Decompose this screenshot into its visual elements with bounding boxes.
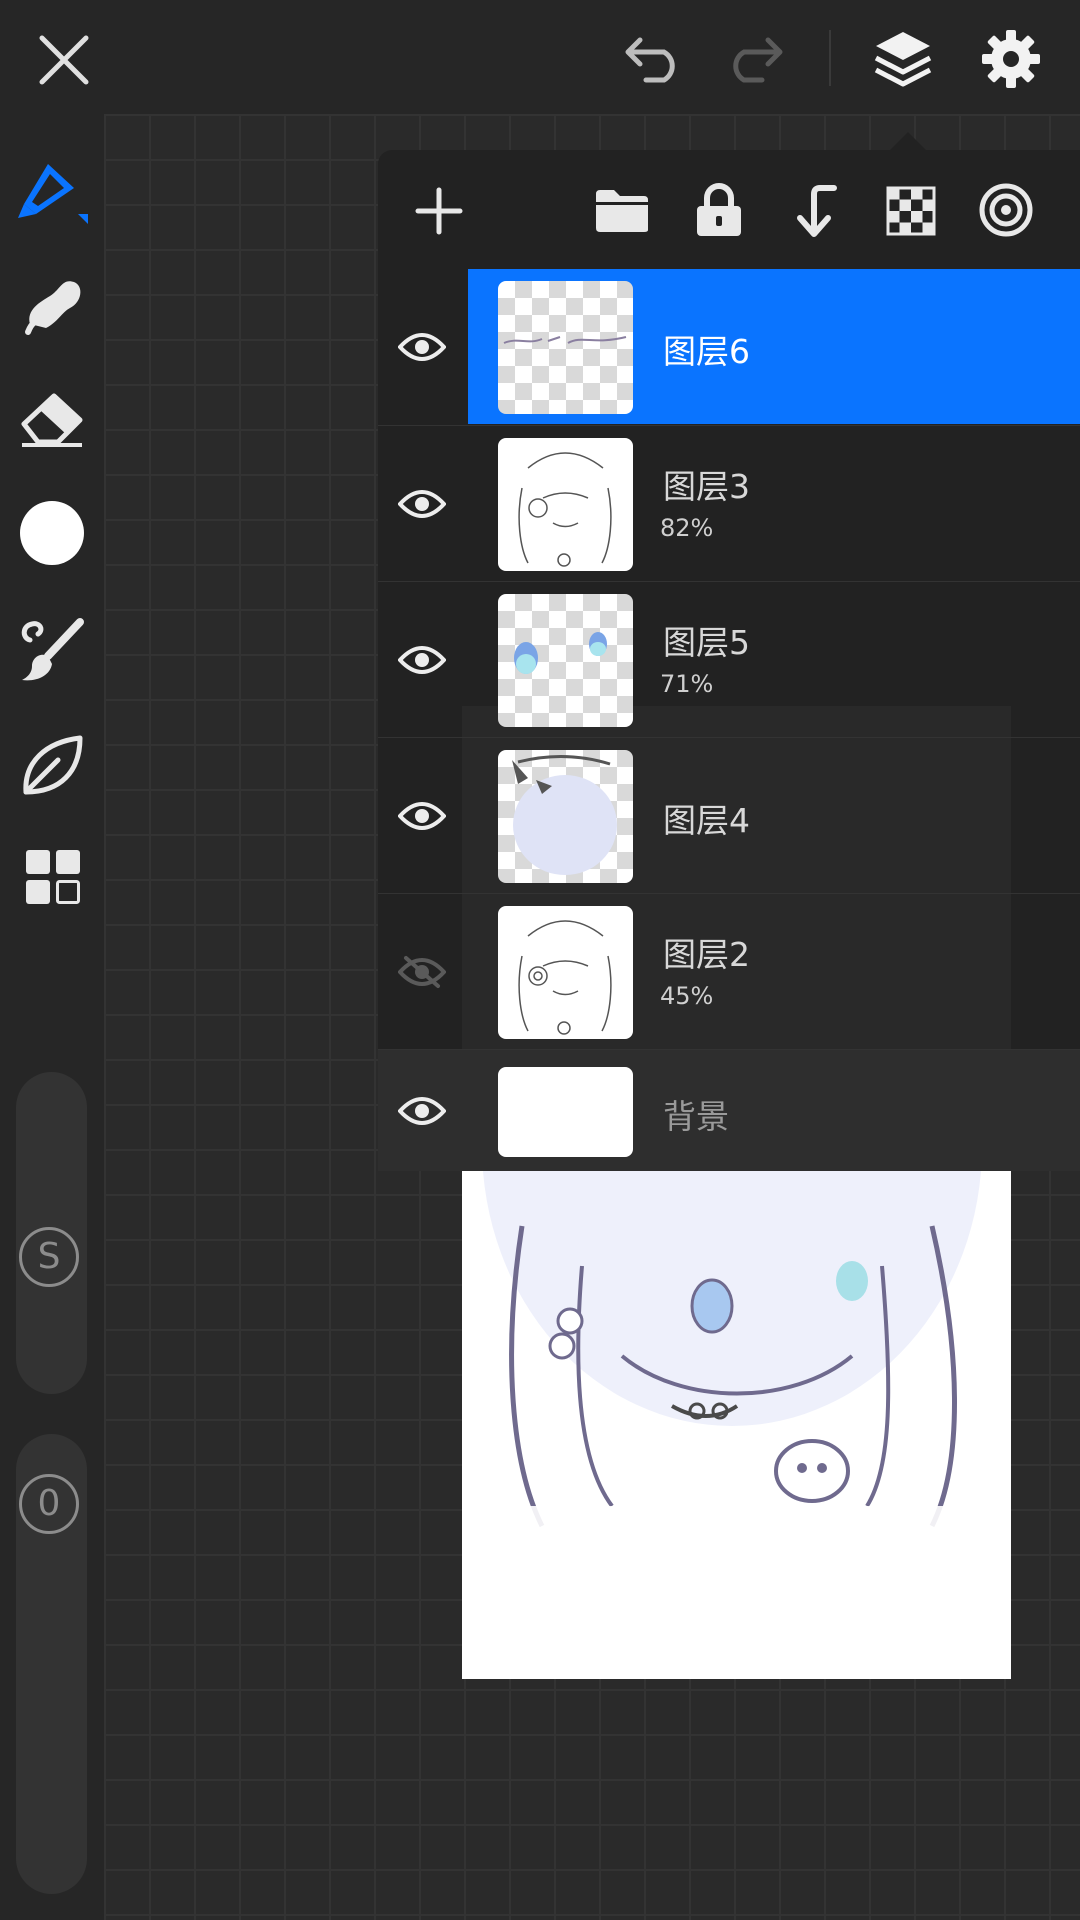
layer-row[interactable]: 图层2 45% <box>378 893 1080 1049</box>
eraser-icon[interactable] <box>20 392 86 448</box>
size-slider-knob[interactable]: S <box>19 1227 79 1287</box>
add-icon[interactable] <box>414 186 464 236</box>
target-icon[interactable] <box>978 182 1034 238</box>
eye-icon[interactable] <box>398 488 446 520</box>
layer-name: 背景 <box>663 1097 729 1136</box>
layer-thumbnail <box>498 594 633 727</box>
eye-icon[interactable] <box>398 800 446 832</box>
layer-row[interactable]: 图层4 <box>378 737 1080 893</box>
eye-icon[interactable] <box>398 644 446 676</box>
eye-icon[interactable] <box>398 331 446 363</box>
grid-icon[interactable] <box>24 848 82 906</box>
settings-icon[interactable] <box>980 28 1042 90</box>
eye-icon[interactable] <box>398 1095 446 1127</box>
layer-thumbnail <box>498 906 633 1039</box>
brush-icon[interactable] <box>18 616 86 684</box>
layers-icon[interactable] <box>872 28 934 88</box>
tool-rail: S 0 <box>0 114 104 1920</box>
layer-name: 图层3 <box>663 467 750 506</box>
layer-name: 图层6 <box>663 332 750 371</box>
lock-icon[interactable] <box>694 182 744 238</box>
layer-name: 图层4 <box>663 801 750 840</box>
visibility-toggle[interactable] <box>378 582 468 737</box>
layers-toolbar <box>378 150 1080 268</box>
pencil-icon[interactable] <box>18 156 90 228</box>
opacity-slider-knob[interactable]: 0 <box>19 1474 79 1534</box>
smudge-icon[interactable] <box>22 274 84 336</box>
color-swatch[interactable] <box>20 501 84 565</box>
layer-thumbnail <box>498 750 633 883</box>
layer-name: 图层2 <box>663 935 750 974</box>
divider <box>829 30 831 86</box>
close-icon[interactable] <box>36 32 92 88</box>
eye-hidden-icon[interactable] <box>398 954 446 990</box>
top-bar <box>0 0 1080 114</box>
layer-row[interactable]: 图层5 71% <box>378 581 1080 737</box>
layer-thumbnail <box>498 438 633 571</box>
layer-row[interactable]: 图层3 82% <box>378 425 1080 581</box>
redo-icon[interactable] <box>722 32 784 84</box>
layer-row[interactable]: 背景 <box>378 1049 1080 1171</box>
visibility-toggle[interactable] <box>378 269 468 424</box>
undo-icon[interactable] <box>624 32 686 84</box>
transparency-icon[interactable] <box>886 186 936 236</box>
layer-opacity: 71% <box>660 670 714 698</box>
panel-pointer <box>890 132 926 150</box>
layers-panel: 图层6 图层3 82% 图层5 71% 图层4 图层2 45% 背景 <box>378 132 1080 1171</box>
visibility-toggle[interactable] <box>378 426 468 581</box>
layer-opacity: 82% <box>660 514 714 542</box>
size-slider[interactable]: S <box>16 1072 87 1394</box>
merge-down-icon[interactable] <box>790 182 840 240</box>
opacity-slider[interactable]: 0 <box>16 1434 87 1894</box>
layer-name: 图层5 <box>663 623 750 662</box>
visibility-toggle[interactable] <box>378 738 468 893</box>
visibility-toggle[interactable] <box>378 894 468 1049</box>
folder-icon[interactable] <box>594 188 650 234</box>
layer-thumbnail <box>498 1067 633 1157</box>
visibility-toggle[interactable] <box>378 1050 468 1171</box>
layer-opacity: 45% <box>660 982 714 1010</box>
layer-row[interactable]: 图层6 <box>378 269 1080 424</box>
layer-thumbnail <box>498 281 633 414</box>
leaf-icon[interactable] <box>18 732 86 800</box>
